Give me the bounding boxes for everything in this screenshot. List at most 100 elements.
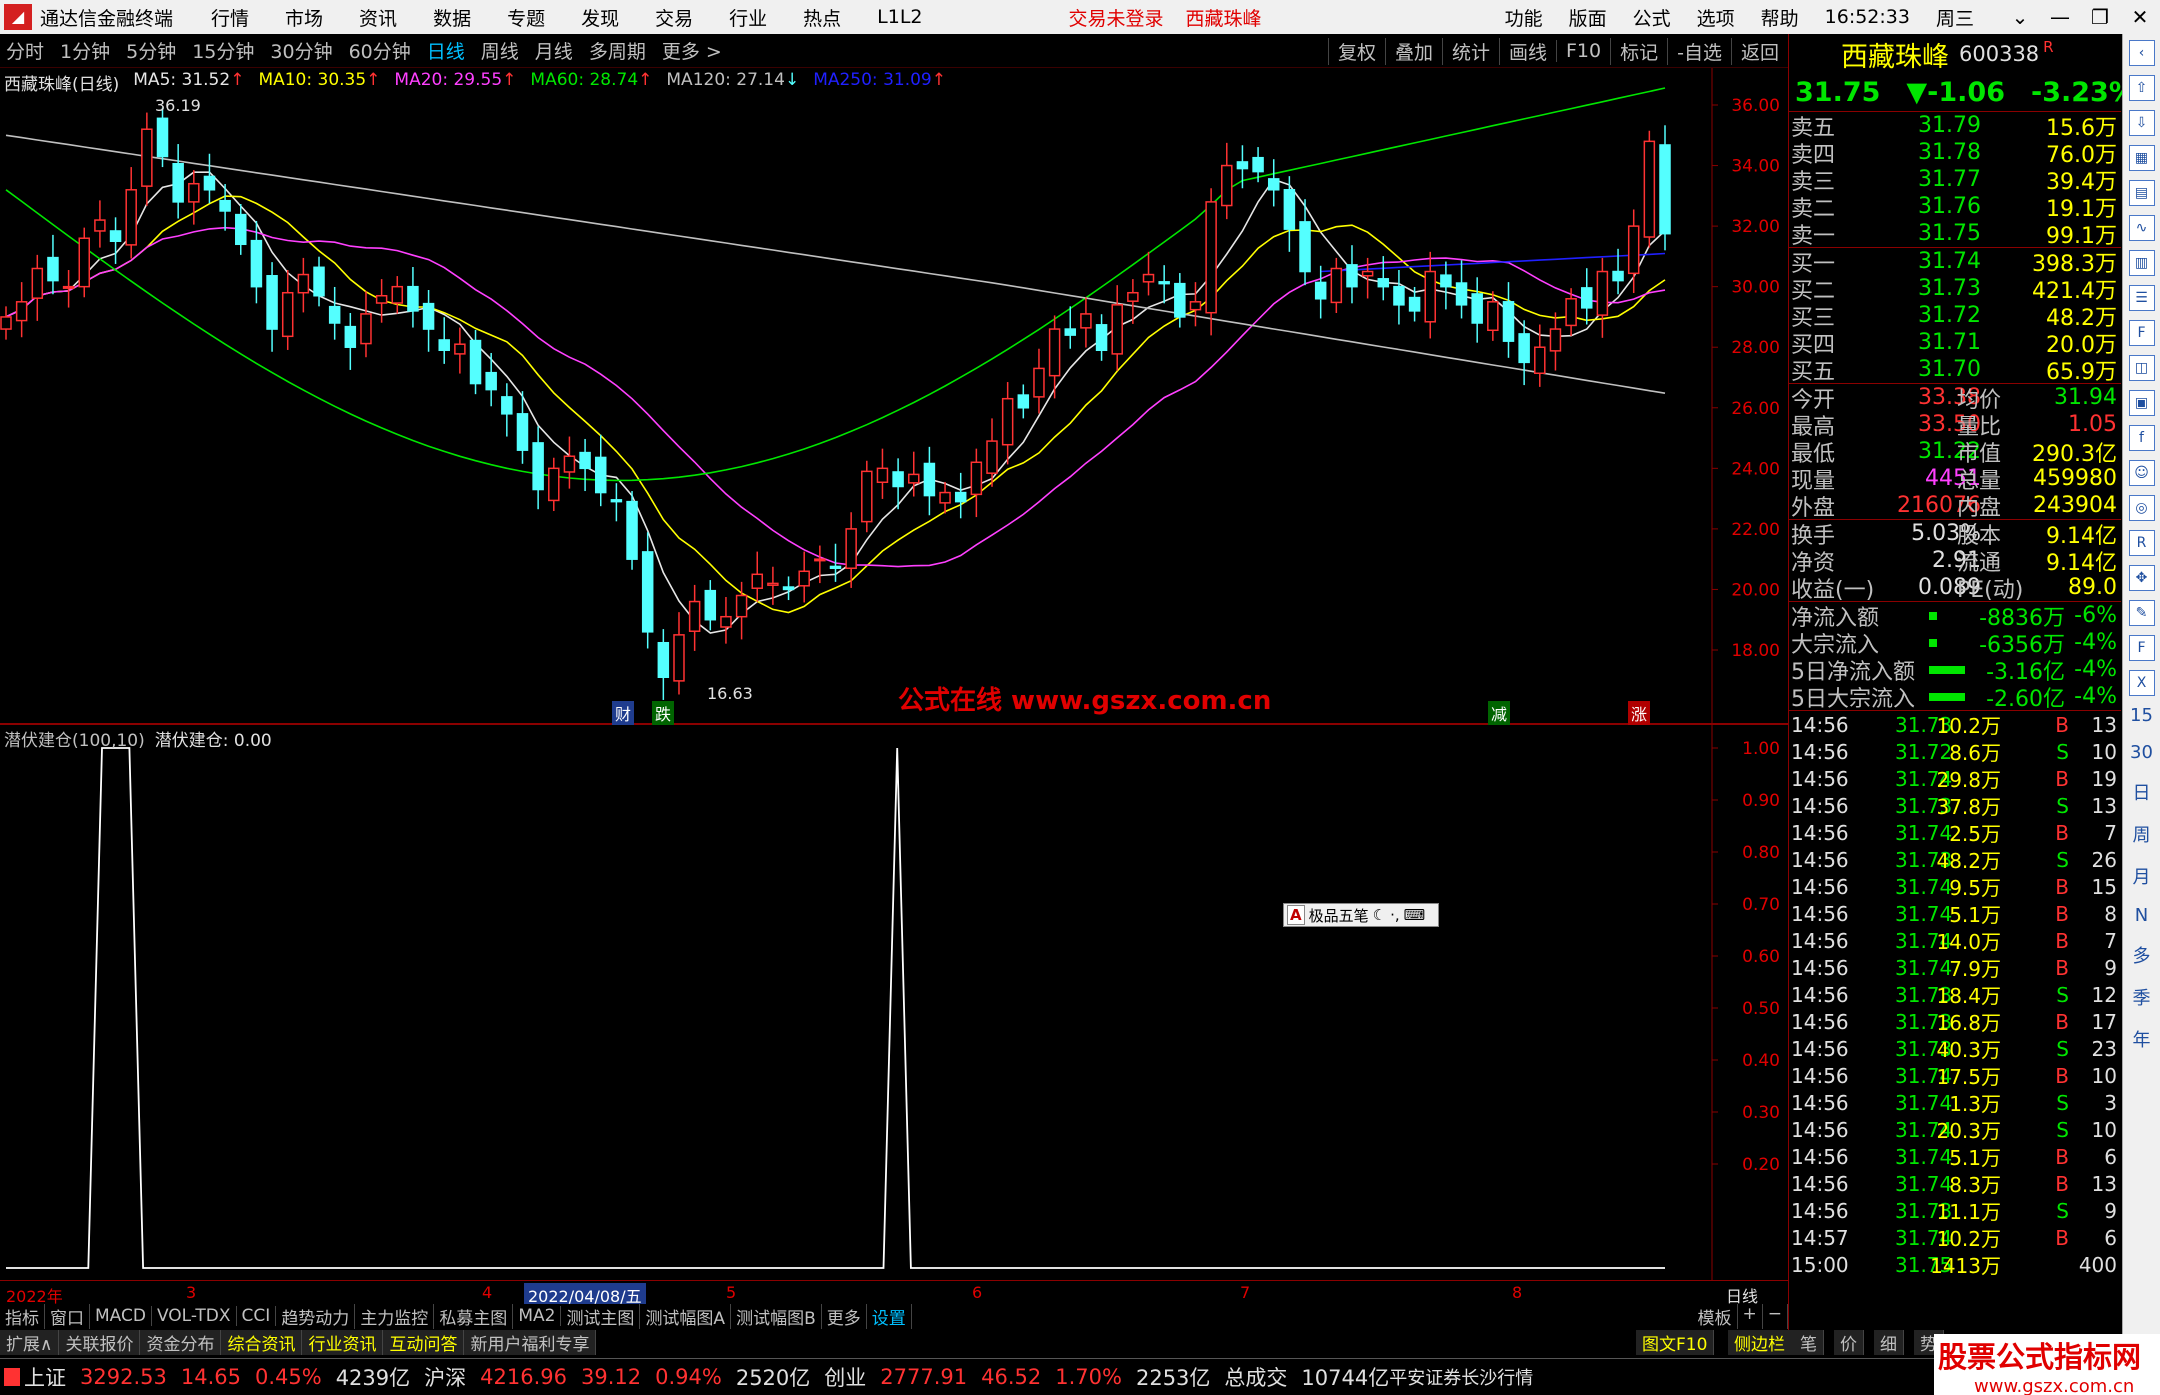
sidebar-n[interactable]: N bbox=[2123, 905, 2160, 926]
sidebar-15[interactable]: 15 bbox=[2123, 705, 2160, 726]
period-60min[interactable]: 60分钟 bbox=[349, 37, 411, 64]
menu-hangye[interactable]: 行业 bbox=[729, 4, 767, 31]
sidebar-multi[interactable]: 多 bbox=[2123, 942, 2160, 968]
tick-row[interactable]: 14:56 31.73 48.2万 S 26 bbox=[1789, 846, 2121, 874]
cy-name[interactable]: 创业 bbox=[824, 1362, 866, 1392]
menu-gongshi[interactable]: 公式 bbox=[1633, 4, 1671, 31]
sidebar-day[interactable]: 日 bbox=[2123, 779, 2160, 805]
period-monthly[interactable]: 月线 bbox=[535, 37, 573, 64]
menu-redian[interactable]: 热点 bbox=[803, 4, 841, 31]
sidebar-30[interactable]: 30 bbox=[2123, 742, 2160, 763]
tick-row[interactable]: 14:57 31.74 10.2万 B 6 bbox=[1789, 1224, 2121, 1252]
period-30min[interactable]: 30分钟 bbox=[270, 37, 332, 64]
btab-f10[interactable]: 图文F10 bbox=[1636, 1329, 1715, 1355]
tab-chuangkou[interactable]: 窗口 bbox=[45, 1303, 90, 1329]
tab-cci[interactable]: CCI bbox=[237, 1306, 277, 1326]
btab-expand[interactable]: 扩展∧ bbox=[0, 1329, 60, 1355]
tool-f10[interactable]: F10 bbox=[1556, 40, 1610, 62]
layout-icon[interactable]: ◫ bbox=[2128, 355, 2155, 381]
tool-fuquan[interactable]: 复权 bbox=[1327, 37, 1385, 65]
tab-ceshi-zhu[interactable]: 测试主图 bbox=[561, 1303, 641, 1329]
menu-bangzhu[interactable]: 帮助 bbox=[1761, 4, 1799, 31]
people-icon[interactable]: ☺ bbox=[2128, 460, 2155, 486]
ask-row[interactable]: 卖一 31.75 99.1万 bbox=[1789, 220, 2121, 249]
period-daily[interactable]: 日线 bbox=[427, 37, 465, 64]
menu-shichang[interactable]: 市场 bbox=[285, 4, 323, 31]
tab-ma2[interactable]: MA2 bbox=[513, 1306, 562, 1326]
badge-zhang[interactable]: 涨 bbox=[1628, 701, 1651, 725]
menu-hangqing[interactable]: 行情 bbox=[211, 4, 249, 31]
tick-row[interactable]: 14:56 31.74 20.3万 S 10 bbox=[1789, 1116, 2121, 1144]
menu-dropdown-icon[interactable]: ⌄ bbox=[2000, 5, 2040, 29]
btab-industry[interactable]: 行业资讯 bbox=[302, 1329, 384, 1355]
sub-indicator-name[interactable]: 潜伏建仓(100,10) bbox=[4, 726, 145, 751]
fs2-icon[interactable]: F bbox=[2128, 635, 2155, 661]
ask-row[interactable]: 卖二 31.76 19.1万 bbox=[1789, 193, 2121, 222]
ime-punct-icon[interactable]: ·, bbox=[1390, 906, 1400, 924]
bid-row[interactable]: 买一 31.74 398.3万 bbox=[1789, 248, 2121, 277]
trade-status[interactable]: 交易未登录 bbox=[1069, 4, 1164, 31]
hs-name[interactable]: 沪深 bbox=[424, 1362, 466, 1392]
menu-jiaoyi[interactable]: 交易 bbox=[655, 4, 693, 31]
tool-zixuan[interactable]: -自选 bbox=[1667, 37, 1731, 65]
tick-row[interactable]: 14:56 31.74 5.1万 B 8 bbox=[1789, 900, 2121, 928]
ime-toolbar[interactable]: A 极品五笔 ☾ ·, ⌨ bbox=[1283, 903, 1439, 927]
tick-row[interactable]: 14:56 31.72 8.6万 S 10 bbox=[1789, 738, 2121, 766]
tab-remove[interactable]: − bbox=[1763, 1303, 1788, 1329]
tab-zhibiao[interactable]: 指标 bbox=[0, 1303, 45, 1329]
tick-row[interactable]: 14:56 31.74 7.9万 B 9 bbox=[1789, 954, 2121, 982]
badge-die[interactable]: 跌 bbox=[652, 701, 675, 725]
move-icon[interactable]: ✥ bbox=[2128, 565, 2155, 591]
tab-moban[interactable]: 模板 bbox=[1693, 1303, 1738, 1329]
tab-settings[interactable]: 设置 bbox=[867, 1303, 912, 1329]
tab-more[interactable]: 更多 bbox=[822, 1303, 867, 1329]
tick-list[interactable]: 14:56 31.73 10.2万 B 13 14:56 31.72 8.6万 S 10 14:56… bbox=[1789, 711, 2121, 1279]
tick-row[interactable]: 14:56 31.73 40.3万 S 23 bbox=[1789, 1035, 2121, 1063]
period-15min[interactable]: 15分钟 bbox=[192, 37, 254, 64]
close-icon[interactable]: ✕ bbox=[2120, 5, 2160, 29]
tick-row[interactable]: 15:00 31.75 1413万 400 bbox=[1789, 1251, 2121, 1279]
menu-faxian[interactable]: 发现 bbox=[581, 4, 619, 31]
sidebar-quarter[interactable]: 季 bbox=[2123, 984, 2160, 1010]
ask-row[interactable]: 卖四 31.78 76.0万 bbox=[1789, 139, 2121, 168]
doc-icon[interactable]: ▣ bbox=[2128, 390, 2155, 416]
menu-gongneng[interactable]: 功能 bbox=[1505, 4, 1543, 31]
tab-ceshi-b[interactable]: 测试幅图B bbox=[731, 1303, 822, 1329]
tick-row[interactable]: 14:56 31.73 11.1万 S 9 bbox=[1789, 1197, 2121, 1225]
period-more[interactable]: 更多 > bbox=[662, 37, 722, 64]
btab-news[interactable]: 综合资讯 bbox=[221, 1329, 303, 1355]
tab-macd[interactable]: MACD bbox=[90, 1306, 152, 1326]
menu-zixun[interactable]: 资讯 bbox=[359, 4, 397, 31]
tool-fanhui[interactable]: 返回 bbox=[1730, 37, 1788, 65]
pen-icon[interactable]: ✎ bbox=[2128, 600, 2155, 626]
tick-row[interactable]: 14:56 31.74 1.3万 S 3 bbox=[1789, 1089, 2121, 1117]
ime-moon-icon[interactable]: ☾ bbox=[1373, 906, 1386, 924]
tab-zhuli[interactable]: 主力监控 bbox=[355, 1303, 435, 1329]
f10-icon[interactable]: F bbox=[2128, 320, 2155, 346]
period-weekly[interactable]: 周线 bbox=[481, 37, 519, 64]
btab-bi[interactable]: 笔 bbox=[1794, 1329, 1824, 1355]
excel-icon[interactable]: X bbox=[2128, 670, 2155, 696]
bid-row[interactable]: 买五 31.70 65.9万 bbox=[1789, 356, 2121, 385]
menu-xuanxiang[interactable]: 选项 bbox=[1697, 4, 1735, 31]
tick-row[interactable]: 14:56 31.73 37.8万 S 13 bbox=[1789, 792, 2121, 820]
bid-row[interactable]: 买二 31.73 421.4万 bbox=[1789, 275, 2121, 304]
tool-biaoji[interactable]: 标记 bbox=[1610, 37, 1667, 65]
restore-icon[interactable]: ❐ bbox=[2080, 5, 2120, 29]
table-icon[interactable]: ▤ bbox=[2128, 180, 2155, 206]
tick-row[interactable]: 14:56 31.74 2.5万 B 7 bbox=[1789, 819, 2121, 847]
grid-icon[interactable]: ▦ bbox=[2128, 145, 2155, 171]
tab-ceshi-a[interactable]: 测试幅图A bbox=[640, 1303, 732, 1329]
tab-vol-tdx[interactable]: VOL-TDX bbox=[152, 1306, 237, 1326]
kline-chart[interactable]: 36.00 34.00 32.00 30.00 28.00 26.00 24.00 22.00… bbox=[0, 68, 1788, 1280]
tick-row[interactable]: 14:56 31.74 14.0万 B 7 bbox=[1789, 927, 2121, 955]
ask-row[interactable]: 卖五 31.79 15.6万 bbox=[1789, 112, 2121, 141]
badge-cai[interactable]: 财 bbox=[612, 701, 635, 725]
menu-shuju[interactable]: 数据 bbox=[433, 4, 471, 31]
sh-name[interactable]: 上证 bbox=[24, 1362, 66, 1392]
sidebar-month[interactable]: 月 bbox=[2123, 863, 2160, 889]
menu-l1l2[interactable]: L1L2 bbox=[877, 6, 922, 28]
period-5min[interactable]: 5分钟 bbox=[126, 37, 176, 64]
ime-mode-icon[interactable]: A bbox=[1287, 905, 1305, 925]
bid-row[interactable]: 买四 31.71 20.0万 bbox=[1789, 329, 2121, 358]
